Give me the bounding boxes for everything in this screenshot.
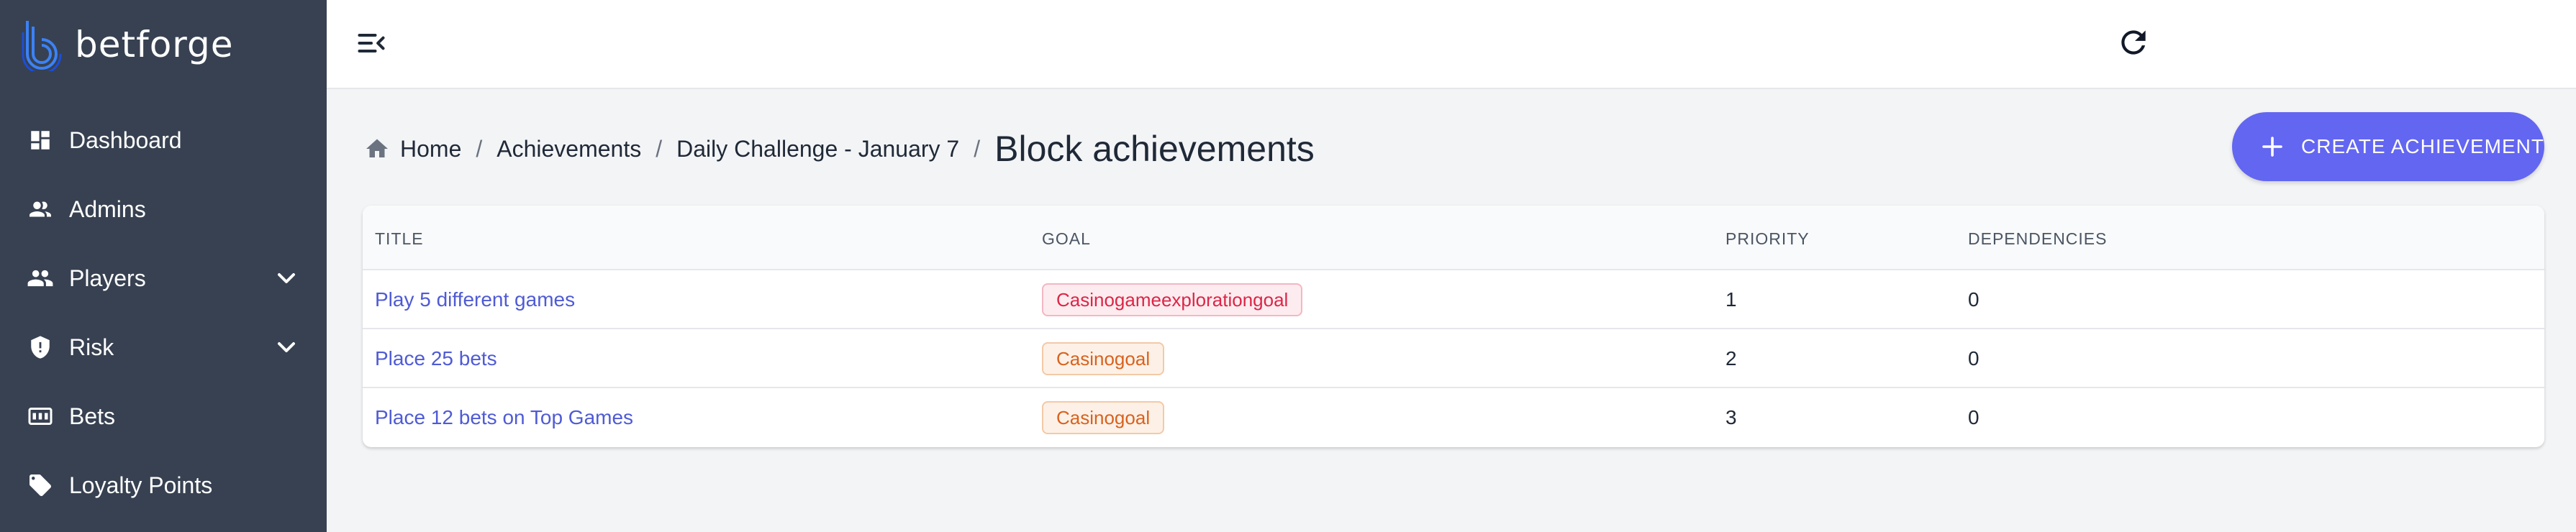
sidebar: betforge Dashboard Admins Players Risk B…	[0, 0, 327, 532]
bets-icon	[26, 402, 55, 431]
chevron-down-icon	[278, 273, 295, 283]
sidebar-item-label: Dashboard	[69, 127, 182, 153]
breadcrumb: Home / Achievements / Daily Challenge - …	[364, 124, 1315, 174]
sidebar-item-label: Risk	[69, 334, 114, 360]
row-title-link[interactable]: Place 25 bets	[375, 347, 497, 370]
row-priority: 1	[1725, 288, 1737, 311]
chevron-down-icon	[278, 342, 295, 352]
sidebar-item-label: Bets	[69, 403, 116, 429]
admins-icon	[26, 195, 55, 224]
breadcrumb-separator: /	[974, 135, 981, 162]
table-row[interactable]: Play 5 different games Casinogameexplora…	[363, 270, 2544, 329]
sidebar-item-label: Loyalty Points	[69, 472, 213, 498]
breadcrumb-challenge[interactable]: Daily Challenge - January 7	[676, 136, 959, 162]
breadcrumb-separator: /	[656, 135, 663, 162]
top-bar	[327, 0, 2576, 89]
breadcrumb-home[interactable]: Home	[400, 136, 461, 162]
sidebar-item-bets[interactable]: Bets	[0, 384, 327, 449]
row-dependencies: 0	[1968, 406, 1979, 428]
column-header-goal[interactable]: GOAL	[1042, 229, 1091, 249]
tag-icon	[26, 471, 55, 500]
sidebar-item-loyalty-points[interactable]: Loyalty Points	[0, 453, 327, 518]
sidebar-item-label: Admins	[69, 196, 146, 222]
table-row[interactable]: Place 25 bets Casinogoal 2 0	[363, 329, 2544, 388]
sidebar-item-players[interactable]: Players	[0, 246, 327, 311]
page-title: Block achievements	[994, 129, 1315, 169]
sidebar-item-label: Players	[69, 265, 146, 291]
row-priority: 3	[1725, 406, 1737, 428]
goal-badge: Casinogoal	[1042, 401, 1165, 434]
column-header-title[interactable]: TITLE	[375, 229, 424, 249]
row-dependencies: 0	[1968, 347, 1979, 370]
sidebar-item-admins[interactable]: Admins	[0, 177, 327, 242]
row-title-link[interactable]: Play 5 different games	[375, 288, 575, 311]
table-header: TITLE GOAL PRIORITY DEPENDENCIES	[363, 206, 2544, 270]
sidebar-item-dashboard[interactable]: Dashboard	[0, 108, 327, 173]
row-dependencies: 0	[1968, 288, 1979, 311]
shield-icon	[26, 333, 55, 362]
goal-badge: Casinogoal	[1042, 342, 1165, 375]
row-priority: 2	[1725, 347, 1737, 370]
brand[interactable]: betforge	[20, 16, 233, 73]
table-row[interactable]: Place 12 bets on Top Games Casinogoal 3 …	[363, 388, 2544, 447]
home-icon[interactable]	[364, 136, 390, 162]
column-header-dependencies[interactable]: DEPENDENCIES	[1968, 229, 2107, 249]
menu-collapse-icon[interactable]	[355, 27, 387, 59]
players-icon	[26, 264, 55, 293]
breadcrumb-separator: /	[476, 135, 483, 162]
refresh-icon[interactable]	[2115, 24, 2151, 60]
row-title-link[interactable]: Place 12 bets on Top Games	[375, 406, 633, 429]
betforge-logo-icon	[22, 21, 62, 71]
brand-name: betforge	[75, 24, 234, 65]
sidebar-item-risk[interactable]: Risk	[0, 315, 327, 380]
achievements-table: TITLE GOAL PRIORITY DEPENDENCIES Play 5 …	[363, 206, 2544, 447]
breadcrumb-achievements[interactable]: Achievements	[496, 136, 641, 162]
create-achievement-button[interactable]: CREATE ACHIEVEMENT	[2232, 112, 2544, 181]
create-achievement-label: CREATE ACHIEVEMENT	[2301, 135, 2544, 157]
dashboard-icon	[26, 126, 55, 155]
goal-badge: Casinogameexplorationgoal	[1042, 283, 1303, 316]
plus-icon	[2262, 137, 2282, 157]
column-header-priority[interactable]: PRIORITY	[1725, 229, 1810, 249]
